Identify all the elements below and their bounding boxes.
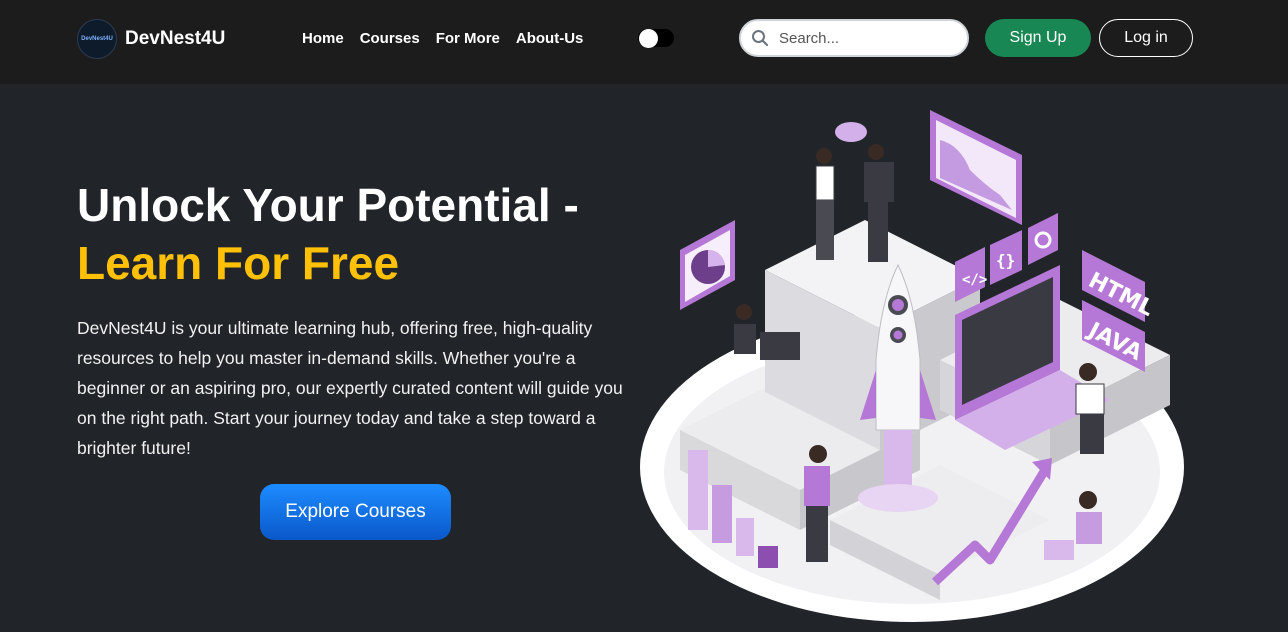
navbar: DevNest4U DevNest4U Home Courses For Mor… <box>0 0 1288 84</box>
svg-text:{}: {} <box>996 251 1015 270</box>
toggle-knob <box>639 29 658 48</box>
search-box <box>739 19 969 57</box>
hero-title-highlight: Learn For Free <box>77 237 400 289</box>
signup-button[interactable]: Sign Up <box>985 19 1091 57</box>
nav-link-about-us[interactable]: About-Us <box>516 30 584 47</box>
hero-title-line1: Unlock Your Potential - <box>77 179 579 231</box>
nav-link-home[interactable]: Home <box>302 30 344 47</box>
explore-courses-button[interactable]: Explore Courses <box>260 484 451 540</box>
pie-panel <box>680 220 735 310</box>
nav-link-for-more[interactable]: For More <box>436 30 500 47</box>
brand[interactable]: DevNest4U DevNest4U <box>77 19 225 59</box>
hero-title: Unlock Your Potential - Learn For Free <box>77 176 637 292</box>
hero-illustration: </> {} HTML JAVA <box>640 110 1184 622</box>
search-icon <box>752 30 769 47</box>
theme-toggle[interactable] <box>638 29 674 48</box>
nav-links: Home Courses For More About-Us <box>302 30 599 47</box>
svg-text:</>: </> <box>962 272 987 288</box>
nav-link-courses[interactable]: Courses <box>360 30 420 47</box>
search-input[interactable] <box>779 29 949 47</box>
hero-description: DevNest4U is your ultimate learning hub,… <box>77 318 623 458</box>
logo-text: DevNest4U <box>81 36 113 42</box>
brand-name: DevNest4U <box>125 28 226 49</box>
login-button[interactable]: Log in <box>1099 19 1193 57</box>
brand-logo: DevNest4U <box>77 19 117 59</box>
chart-panel <box>930 110 1022 225</box>
